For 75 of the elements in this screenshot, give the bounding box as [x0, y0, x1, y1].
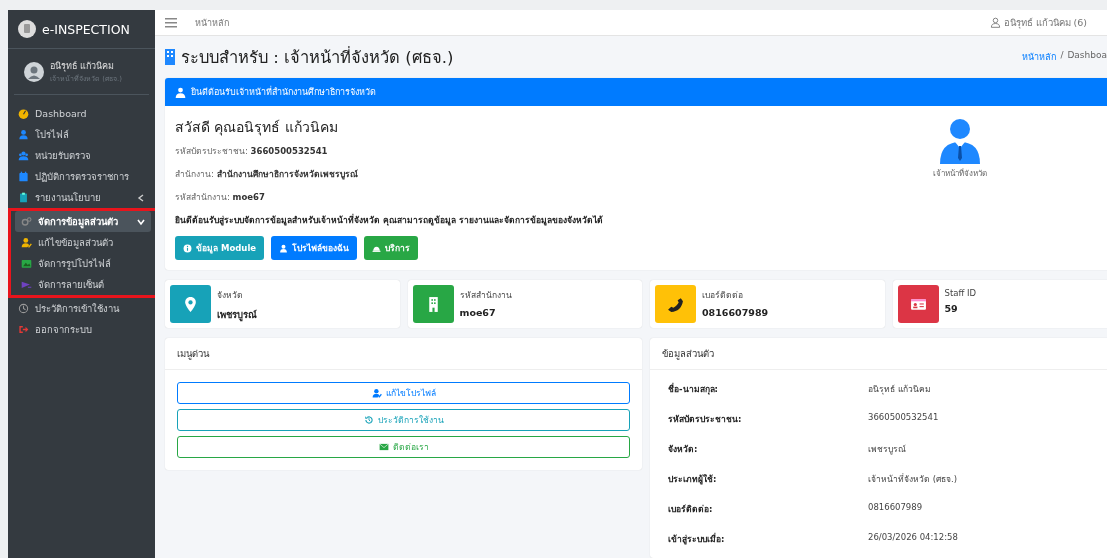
field-value: เพชรบูรณ์	[868, 443, 907, 456]
field-label: จังหวัด:	[668, 443, 699, 456]
building-icon	[165, 49, 175, 65]
field-value: 3660500532541	[868, 412, 940, 424]
user-icon	[989, 17, 1001, 28]
clipboard-icon	[18, 192, 29, 203]
history-icon	[18, 303, 29, 314]
card-label: จังหวัด	[217, 289, 244, 302]
field-value: อนิรุทธ์ แก้วนิคม	[868, 383, 932, 396]
chevron-icon	[137, 217, 145, 226]
field-label: รหัสบัตรประชาชน:	[668, 413, 743, 426]
panel-title: เมนูด่วน	[165, 338, 642, 370]
card-value: 0816607989	[702, 307, 769, 318]
sidebar-item[interactable]: ออกจากระบบ	[8, 319, 155, 340]
card-value: moe67	[459, 307, 497, 318]
page-title: ระบบสำหรับ : เจ้าหน้าที่จังหวัด (ศธจ.)	[181, 45, 455, 69]
field-label: ชื่อ-นามสกุล:	[668, 382, 719, 396]
breadcrumb-item[interactable]: หน้าหลัก	[1022, 50, 1057, 64]
breadcrumb-separator: /	[1060, 50, 1064, 62]
info-line: รหัสบัตรประชาชน: 3660500532541	[175, 145, 329, 158]
card-value: เพชรบูรณ์	[217, 308, 257, 322]
sidebar-subitem[interactable]: จัดการลายเซ็นต์	[11, 274, 155, 295]
card-label: รหัสสำนักงาน	[459, 289, 512, 302]
sidebar-item[interactable]: รายงานนโยบาย	[8, 187, 155, 208]
logo-icon	[18, 20, 36, 38]
card-label: เบอร์ติดต่อ	[702, 289, 744, 302]
sidebar-item[interactable]: Dashboard	[8, 103, 155, 124]
field-value: 0816607989	[868, 502, 924, 514]
user-edit-icon	[371, 388, 382, 398]
sidebar-subitem[interactable]: แก้ไขข้อมูลส่วนตัว	[11, 232, 155, 253]
field-value: เจ้าหน้าที่จังหวัด (ศธจ.)	[868, 472, 959, 486]
field-label: เบอร์ติดต่อ:	[668, 503, 714, 516]
panel-title: ข้อมูลส่วนตัว	[650, 338, 1107, 370]
field-label: ประเภทผู้ใช้:	[668, 473, 718, 486]
welcome-message: ยินดีต้อนรับสู่ระบบจัดการข้อมูลสำหรับเจ้าหน้าที่จังหวัด คุณสามารถดูข้อมูล รายงานและจัดการข้อมูลของจังหวัดได้	[175, 213, 604, 227]
chevron-icon	[137, 193, 145, 202]
user-menu[interactable]: อนิรุทธ์ แก้วนิคม (6)	[989, 15, 1087, 30]
field-value: 26/03/2026 04:12:58	[868, 532, 959, 544]
breadcrumb-item: Dashboa	[1067, 50, 1107, 62]
info-line: รหัสสำนักงาน: moe67	[175, 191, 266, 204]
sign-out-icon	[18, 324, 29, 335]
sidebar-item[interactable]: หน่วยรับตรวจ	[8, 145, 155, 166]
sidebar-item[interactable]: ประวัติการเข้าใช้งาน	[8, 298, 155, 319]
quick-menu-button[interactable]: แก้ไขโปรไฟล์	[177, 382, 630, 404]
card-label: Staff ID	[944, 288, 977, 298]
envelope-icon	[378, 442, 389, 452]
people-icon	[18, 150, 29, 161]
phone-icon	[667, 295, 684, 313]
officer-icon	[939, 118, 981, 164]
user-tie-icon	[175, 86, 186, 98]
banner-text: ยินดีต้อนรับเจ้าหน้าที่สำนักงานศึกษาธิการจังหวัด	[191, 85, 376, 99]
info-line: สำนักงาน: สำนักงานศึกษาธิการจังหวัดเพชรบูรณ์	[175, 168, 359, 181]
sidebar-item[interactable]: จัดการข้อมูลส่วนตัว	[15, 211, 151, 232]
map-pin-icon	[182, 295, 199, 313]
calendar-icon	[18, 171, 29, 182]
info-icon	[183, 243, 192, 253]
image-icon	[21, 258, 32, 269]
history-icon	[363, 415, 374, 425]
field-label: เข้าสู่ระบบเมื่อ:	[668, 532, 726, 546]
sidebar-item[interactable]: ปฏิบัติการตรวจราชการ	[8, 166, 155, 187]
action-button[interactable]: โปรไฟล์ของฉัน	[271, 236, 358, 260]
sidebar-item[interactable]: โปรไฟล์	[8, 124, 155, 145]
gauge-icon	[18, 108, 29, 119]
user-edit-icon	[21, 237, 32, 248]
user-icon	[279, 243, 289, 253]
user-name: อนิรุทธ์ แก้วนิคม	[50, 60, 115, 73]
avatar-icon	[24, 61, 44, 82]
menu-icon[interactable]	[165, 17, 177, 28]
home-link[interactable]: หน้าหลัก	[195, 15, 229, 30]
user-icon	[18, 129, 29, 140]
role-label: เจ้าหน้าที่จังหวัด	[933, 167, 987, 180]
greeting: สวัสดี คุณอนิรุทธ์ แก้วนิคม	[175, 118, 339, 138]
card-value: 59	[944, 303, 959, 314]
sidebar-subitem[interactable]: จัดการรูปโปรไฟล์	[11, 253, 155, 274]
brand-name: e-INSPECTION	[42, 21, 130, 37]
